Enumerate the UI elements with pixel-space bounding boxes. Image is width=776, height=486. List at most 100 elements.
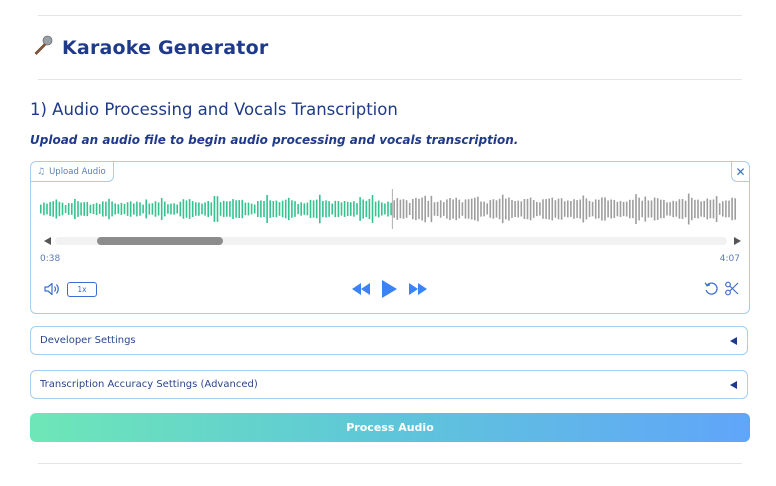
waveform-bar [98, 204, 101, 214]
waveform-bar [545, 199, 547, 219]
waveform-bar [170, 203, 172, 215]
waveform-bar [331, 203, 333, 215]
waveform-bar [340, 202, 343, 216]
waveform-bar [427, 200, 430, 218]
waveform-bar [303, 203, 306, 215]
waveform-bar [102, 201, 104, 217]
close-button[interactable]: ✕ [731, 162, 749, 182]
waveform-bar [257, 201, 259, 217]
waveform-bar [337, 201, 340, 217]
waveform-bar [412, 198, 414, 220]
waveform-bar [632, 199, 634, 219]
waveform-bar [539, 202, 541, 216]
waveform-bar [619, 200, 622, 217]
reset-icon[interactable] [704, 281, 719, 296]
scissors-icon[interactable] [725, 281, 739, 296]
waveform-bar [402, 199, 405, 219]
waveform-bar [105, 201, 107, 217]
play-icon[interactable] [381, 279, 398, 299]
transcription-accuracy-accordion[interactable]: Transcription Accuracy Settings (Advance… [30, 370, 748, 399]
waveform-bar [576, 200, 578, 218]
waveform-bar [52, 201, 54, 217]
waveform-bar [461, 202, 464, 216]
waveform-bar [343, 201, 346, 217]
waveform[interactable] [40, 189, 740, 229]
waveform-bar [418, 198, 420, 220]
waveform-bar [610, 199, 612, 219]
waveform-bar [284, 199, 287, 219]
waveform-bar [204, 202, 206, 216]
waveform-bar [672, 200, 674, 218]
waveform-bar [511, 200, 513, 218]
waveform-bar [300, 202, 302, 216]
waveform-bar [700, 201, 702, 217]
waveform-scrollbar[interactable] [41, 235, 741, 247]
developer-settings-accordion[interactable]: Developer Settings [30, 326, 748, 355]
waveform-bar [480, 201, 482, 217]
waveform-bar [467, 199, 470, 219]
playback-speed-button[interactable]: 1x [67, 282, 97, 297]
waveform-bar [288, 197, 290, 221]
waveform-bar [641, 200, 643, 218]
waveform-bar [151, 203, 154, 215]
waveform-bar [734, 198, 736, 220]
waveform-bar [616, 201, 619, 217]
playhead-cursor[interactable] [391, 189, 393, 229]
waveform-bar [675, 201, 678, 217]
scroll-track[interactable] [55, 237, 727, 245]
scroll-right-arrow-icon[interactable] [734, 237, 741, 245]
waveform-bar [120, 203, 123, 215]
accordion-label: Developer Settings [40, 335, 136, 346]
volume-icon[interactable] [44, 282, 60, 296]
waveform-bar [222, 200, 225, 218]
waveform-bar [573, 199, 575, 219]
waveform-bar [294, 201, 296, 217]
waveform-bar [188, 199, 191, 219]
waveform-bar [725, 200, 727, 218]
waveform-bar [191, 201, 194, 217]
upload-audio-tag[interactable]: ♫ Upload Audio [31, 162, 114, 182]
waveform-bar [238, 200, 240, 218]
fast-forward-icon[interactable] [409, 283, 427, 295]
waveform-bar [396, 198, 399, 220]
waveform-bar [89, 204, 92, 214]
waveform-bar [703, 200, 705, 218]
audio-player: ♫ Upload Audio ✕ 0:38 4:07 1x [30, 161, 750, 314]
waveform-bar [514, 201, 516, 217]
waveform-bar [92, 203, 95, 214]
waveform-bar [542, 199, 544, 219]
waveform-bar [557, 198, 560, 220]
waveform-bar [731, 197, 733, 221]
waveform-bar [346, 201, 349, 217]
scroll-left-arrow-icon[interactable] [44, 237, 51, 245]
waveform-bar [309, 199, 312, 218]
microphone-icon [32, 34, 54, 62]
scroll-thumb[interactable] [97, 237, 223, 245]
waveform-bar [176, 204, 178, 214]
waveform-bar [666, 202, 668, 216]
waveform-bar [622, 201, 625, 217]
waveform-bar [492, 199, 495, 219]
collapse-arrow-icon [730, 336, 737, 345]
waveform-bar [129, 201, 132, 217]
player-controls: 1x [31, 278, 749, 300]
process-audio-button[interactable]: Process Audio [30, 413, 750, 442]
rewind-icon[interactable] [352, 283, 370, 295]
waveform-bar [585, 198, 588, 220]
waveform-bar [520, 201, 523, 217]
accordion-label: Transcription Accuracy Settings (Advance… [40, 379, 258, 390]
waveform-bar [706, 198, 709, 220]
waveform-bar [136, 201, 138, 217]
waveform-bar [123, 203, 126, 215]
waveform-bar [644, 196, 647, 222]
waveform-bar [601, 197, 603, 221]
waveform-bar [548, 198, 550, 220]
waveform-bar [226, 201, 228, 217]
waveform-bar [532, 200, 535, 218]
waveform-bar [433, 202, 436, 216]
waveform-bar [604, 197, 606, 221]
waveform-bar [108, 198, 110, 220]
waveform-bar [46, 203, 48, 215]
waveform-bar [216, 196, 219, 222]
waveform-bar [563, 201, 566, 217]
